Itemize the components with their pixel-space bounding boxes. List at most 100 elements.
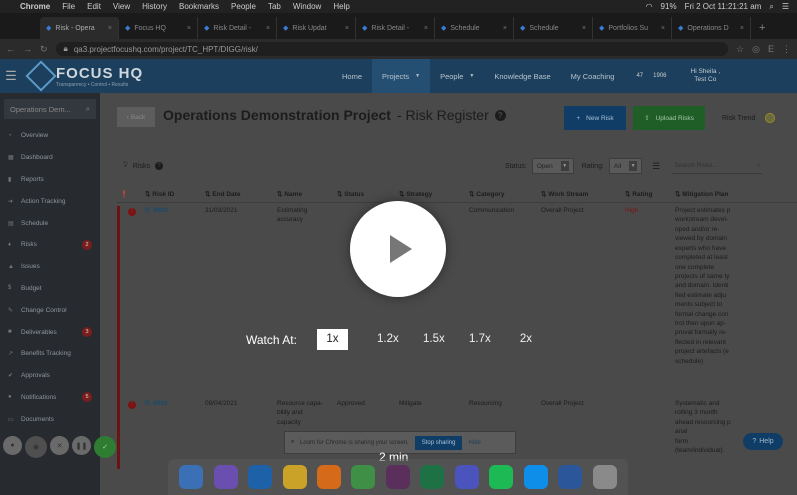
list-view-icon[interactable]: ☰ <box>652 161 660 172</box>
col-category[interactable]: ⇅ Category <box>466 190 538 198</box>
points-badge[interactable]: 1906 <box>653 73 666 79</box>
menu-history[interactable]: History <box>142 2 167 11</box>
back-button[interactable]: ‹ Back <box>117 107 155 127</box>
close-icon[interactable]: × <box>740 25 744 32</box>
spotify-icon[interactable] <box>489 465 514 489</box>
camera-icon[interactable]: ◉ <box>25 436 47 458</box>
menu-dots-icon[interactable]: ⋮ <box>782 44 791 55</box>
sidebar-item-reports[interactable]: ▮ Reports <box>0 169 100 191</box>
cancel-icon[interactable]: ✕ <box>50 436 69 455</box>
sidebar-item-risks[interactable]: ♦ Risks 2 <box>0 234 100 256</box>
browser-tab[interactable]: ◆ Risk Detail - × <box>356 17 435 39</box>
browser-tab[interactable]: ◆ Focus HQ × <box>119 17 198 39</box>
close-icon[interactable]: × <box>503 25 507 32</box>
chrome-icon[interactable] <box>282 465 307 489</box>
nav-home[interactable]: Home <box>332 59 372 93</box>
menu-tab[interactable]: Tab <box>268 2 281 11</box>
hide-button[interactable]: Hide <box>468 440 480 446</box>
word-icon[interactable] <box>558 465 583 489</box>
battery-level[interactable]: 91% <box>661 2 677 12</box>
help-icon[interactable]: ? <box>155 162 164 170</box>
menubar-app-name[interactable]: Chrome <box>20 2 50 11</box>
slack-icon[interactable] <box>385 465 410 489</box>
search-icon[interactable]: ⌕ <box>769 2 773 12</box>
rating-filter-select[interactable]: All ▼ <box>608 158 643 174</box>
new-risk-button[interactable]: + New Risk <box>564 106 626 130</box>
check-icon[interactable]: ✓ <box>94 436 116 458</box>
sidebar-item-budget[interactable]: $ Budget <box>0 278 100 300</box>
close-icon[interactable]: × <box>187 25 191 32</box>
col-rating[interactable]: ⇅ Rating <box>622 190 672 198</box>
col-status[interactable]: ⇅ Status <box>334 190 396 198</box>
close-icon[interactable]: × <box>661 25 665 32</box>
status-filter-select[interactable]: Open ▼ <box>531 158 574 174</box>
browser-tab[interactable]: ◆ Operations D × <box>672 17 751 39</box>
nav-people[interactable]: People ▼ <box>430 59 484 93</box>
col-mitigation-plan[interactable]: ⇅ Mitigation Plan <box>672 190 762 198</box>
browser-tab[interactable]: ◆ Schedule × <box>435 17 514 39</box>
trash-icon[interactable] <box>592 465 617 489</box>
sidebar-item-overview[interactable]: ◔ Overview <box>0 125 100 147</box>
nav-projects[interactable]: Projects ▼ <box>372 59 431 93</box>
finder-icon[interactable] <box>179 465 204 489</box>
help-icon[interactable]: ? <box>494 109 506 121</box>
project-search[interactable]: Operations Dem... ⌕ <box>4 99 96 119</box>
focushq-logo[interactable]: FOCUS HQ Transparency • Control • Result… <box>22 60 172 92</box>
risk-trend[interactable]: Risk Trend <box>722 113 776 123</box>
speed-option-1x[interactable]: 1x <box>316 329 348 350</box>
browser-tab[interactable]: ◆ Risk Updat × <box>277 17 356 39</box>
col-strategy[interactable]: ⇅ Strategy <box>396 190 466 198</box>
record-dot-icon[interactable]: ● <box>3 436 22 455</box>
risk-id-link[interactable]: R_0003 <box>142 206 202 215</box>
col-work-stream[interactable]: ⇅ Work Stream <box>538 190 622 198</box>
bookmark-star-icon[interactable]: ☆ <box>736 44 744 55</box>
menu-edit[interactable]: Edit <box>87 2 101 11</box>
menu-view[interactable]: View <box>113 2 130 11</box>
pause-icon[interactable]: ❚❚ <box>72 436 91 455</box>
sidebar-item-notifications[interactable]: ● Notifications 5 <box>0 387 100 409</box>
risk-id-link[interactable]: R_0001 <box>142 399 202 408</box>
user-menu[interactable]: Hi Sheila , Test Co <box>691 68 721 85</box>
teams-icon[interactable] <box>454 465 479 489</box>
close-icon[interactable]: × <box>345 25 349 32</box>
close-icon[interactable]: × <box>582 25 586 32</box>
table-row[interactable]: ! R_0003 31/03/2021 Estimating accuracy … <box>117 206 797 401</box>
nav-knowledge-base[interactable]: Knowledge Base <box>484 59 560 93</box>
forward-arrow-icon[interactable]: → <box>23 44 32 54</box>
close-icon[interactable]: × <box>108 25 112 32</box>
close-icon[interactable]: × <box>424 25 428 32</box>
nav-my-coaching[interactable]: My Coaching <box>561 59 625 93</box>
speed-option-2x[interactable]: 2x <box>503 329 549 350</box>
menu-bookmarks[interactable]: Bookmarks <box>179 2 219 11</box>
new-tab-button[interactable]: + <box>751 22 773 39</box>
teamviewer-icon[interactable] <box>523 465 548 489</box>
excel-icon[interactable] <box>420 465 445 489</box>
outlook-icon[interactable] <box>248 465 273 489</box>
play-button[interactable] <box>350 201 446 297</box>
browser-tab[interactable]: ◆ Schedule × <box>514 17 593 39</box>
speed-option-1-2x[interactable]: 1.2x <box>365 329 411 350</box>
close-icon[interactable]: × <box>266 25 270 32</box>
sidebar-item-approvals[interactable]: ✔ Approvals <box>0 365 100 387</box>
col-name[interactable]: ⇅ Name <box>274 190 334 198</box>
sidebar-item-benefits-tracking[interactable]: ↗ Benefits Tracking <box>0 343 100 365</box>
sidebar-item-dashboard[interactable]: ▦ Dashboard <box>0 147 100 169</box>
menu-help[interactable]: Help <box>333 2 349 11</box>
sidebar-item-schedule[interactable]: ▤ Schedule <box>0 212 100 234</box>
siri-icon[interactable] <box>213 465 238 489</box>
menu-file[interactable]: File <box>62 2 75 11</box>
address-bar[interactable]: 🔒︎ qa3.projectfocushq.com/project/TC_HPT… <box>55 42 729 56</box>
stop-sharing-button[interactable]: Stop sharing <box>414 435 463 450</box>
upload-risks-button[interactable]: ⇧ Upload Risks <box>633 106 705 130</box>
help-button[interactable]: ? Help <box>743 433 783 450</box>
browser-tab[interactable]: ◆ Risk - Opera × <box>40 17 119 39</box>
menu-window[interactable]: Window <box>293 2 321 11</box>
sidebar-item-issues[interactable]: ▲ Issues <box>0 256 100 278</box>
speed-option-1-7x[interactable]: 1.7x <box>457 329 503 350</box>
sidebar-item-documents[interactable]: ▭ Documents <box>0 408 100 430</box>
back-arrow-icon[interactable]: ← <box>6 44 15 54</box>
risk-search-input[interactable]: Search Risks... ⌕ <box>672 158 763 174</box>
sidebar-item-change-control[interactable]: ✎ Change Control <box>0 299 100 321</box>
col-end-date[interactable]: ⇅ End Date <box>202 190 274 198</box>
speed-option-1-5x[interactable]: 1.5x <box>411 329 457 350</box>
